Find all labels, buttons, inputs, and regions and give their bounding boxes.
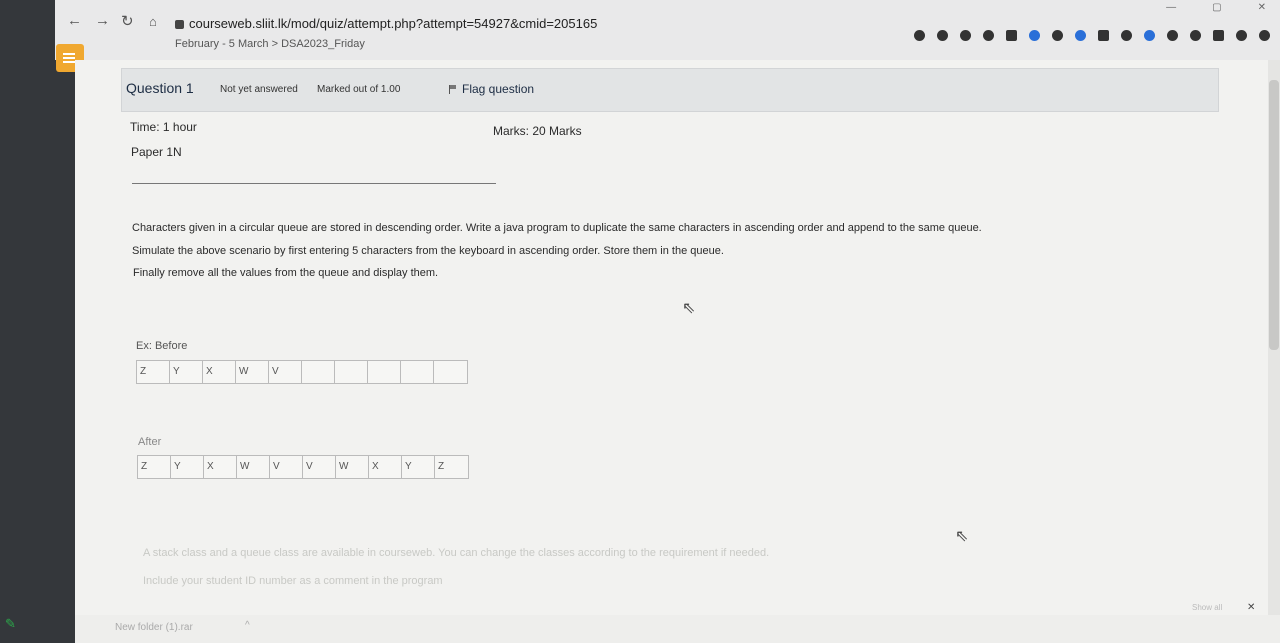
queue-cell: W (336, 456, 369, 478)
downloads-bar: New folder (1).rar ^ Show all ✕ (75, 602, 1280, 643)
home-icon[interactable]: ⌂ (149, 14, 157, 29)
queue-cell: V (270, 456, 303, 478)
queue-cell (368, 361, 401, 383)
close-icon[interactable]: ✕ (1258, 2, 1266, 13)
after-queue-table: Z Y X W V V W X Y Z (137, 455, 469, 479)
download-item[interactable]: New folder (1).rar (115, 622, 193, 633)
marks-text: Marks: 20 Marks (493, 124, 582, 138)
close-downloads-icon[interactable]: ✕ (1247, 602, 1255, 613)
show-all-button[interactable]: Show all (1192, 603, 1222, 612)
sidebar-icon[interactable] (1213, 30, 1224, 41)
question-state: Not yet answered (220, 84, 298, 95)
mouse-cursor-icon: ⇖ (955, 528, 969, 545)
paper-text: Paper 1N (131, 145, 182, 159)
queue-cell: Z (137, 361, 170, 383)
chevron-up-icon[interactable]: ^ (245, 620, 250, 631)
queue-cell: Y (402, 456, 435, 478)
queue-cell: Z (438, 461, 445, 472)
queue-cell: V (303, 456, 336, 478)
puzzle-icon[interactable] (1190, 30, 1201, 41)
restore-icon[interactable]: ▢ (1212, 2, 1221, 13)
question-number: Question 1 (126, 80, 194, 96)
extension-icon[interactable] (1006, 30, 1017, 41)
queue-cell: Y (171, 456, 204, 478)
scrollbar[interactable] (1268, 60, 1280, 643)
breadcrumb[interactable]: February - 5 March > DSA2023_Friday (175, 38, 365, 50)
queue-cell (401, 361, 434, 383)
extension-icon[interactable] (1121, 30, 1132, 41)
scrollbar-thumb[interactable] (1269, 80, 1279, 350)
divider (132, 183, 496, 184)
question-paragraph-1: Characters given in a circular queue are… (132, 222, 982, 234)
minimize-icon[interactable]: — (1166, 2, 1176, 13)
menu-icon[interactable] (1259, 30, 1270, 41)
pen-icon: ✎ (5, 616, 16, 631)
extension-icon[interactable] (1144, 30, 1155, 41)
url-text: courseweb.sliit.lk/mod/quiz/attempt.php?… (189, 16, 598, 31)
flag-question-label: Flag question (462, 82, 535, 96)
flag-question-button[interactable]: Flag question (449, 82, 534, 96)
extension-icon[interactable] (1029, 30, 1040, 41)
question-paragraph-3: Finally remove all the values from the q… (133, 267, 439, 279)
queue-cell: Z (138, 456, 171, 478)
forward-icon[interactable]: → (95, 12, 110, 29)
key-icon[interactable] (914, 30, 925, 41)
avatar[interactable] (1236, 30, 1247, 41)
extension-icon[interactable] (1098, 30, 1109, 41)
queue-cell (434, 361, 467, 383)
browser-chrome: ← → ↻ ⌂ courseweb.sliit.lk/mod/quiz/atte… (55, 0, 1280, 60)
back-icon[interactable]: ← (67, 12, 82, 29)
mouse-cursor-icon: ⇖ (682, 300, 696, 317)
flag-icon (449, 85, 458, 95)
before-label: Ex: Before (136, 340, 188, 352)
question-paragraph-2: Simulate the above scenario by first ent… (132, 245, 724, 257)
note-paragraph-1: A stack class and a queue class are avai… (143, 547, 770, 559)
queue-cell (302, 361, 335, 383)
queue-cell: Y (170, 361, 203, 383)
queue-cell: V (269, 361, 302, 383)
star-icon[interactable] (983, 30, 994, 41)
queue-cell: W (237, 456, 270, 478)
quiz-page: Question 1 Not yet answered Marked out o… (75, 60, 1280, 643)
extension-icons (914, 30, 1270, 41)
queue-cell: X (203, 361, 236, 383)
extension-icon[interactable] (1075, 30, 1086, 41)
queue-cell (335, 361, 368, 383)
queue-cell: X (204, 456, 237, 478)
reload-icon[interactable]: ↻ (121, 12, 134, 30)
zoom-icon[interactable] (937, 30, 948, 41)
lock-icon (175, 20, 184, 29)
extension-icon[interactable] (1167, 30, 1178, 41)
before-queue-table: Z Y X W V (136, 360, 468, 384)
queue-cell: X (369, 456, 402, 478)
window-controls: — ▢ ✕ (1166, 2, 1266, 13)
note-paragraph-2: Include your student ID number as a comm… (143, 575, 443, 587)
share-icon[interactable] (960, 30, 971, 41)
extension-icon[interactable] (1052, 30, 1063, 41)
after-label: After (138, 436, 162, 448)
question-info-bar: Question 1 Not yet answered Marked out o… (121, 68, 1219, 112)
queue-cell: W (236, 361, 269, 383)
time-text: Time: 1 hour (130, 120, 197, 134)
screen-bezel-left (0, 0, 75, 643)
question-marks: Marked out of 1.00 (317, 84, 401, 95)
